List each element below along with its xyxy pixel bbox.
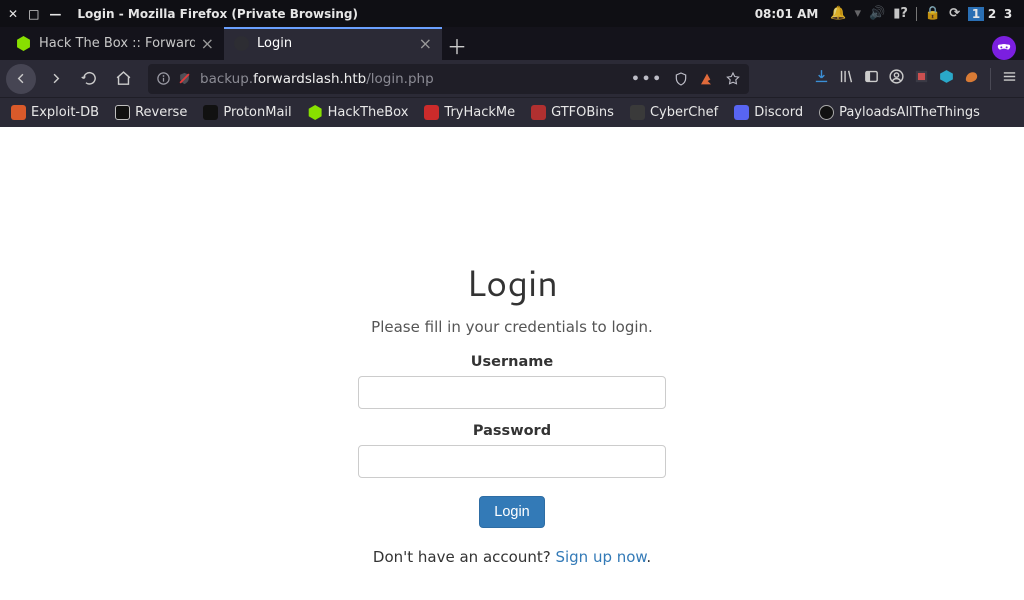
discord-icon [734, 105, 749, 120]
bookmark-icon [630, 105, 645, 120]
close-tab-icon[interactable]: × [419, 34, 432, 53]
maximize-button[interactable]: □ [28, 7, 39, 21]
tab-label: Login [257, 36, 413, 51]
os-titlebar: ✕ □ — Login - Mozilla Firefox (Private B… [0, 0, 1024, 27]
bookmark-reverse[interactable]: Reverse [112, 103, 190, 122]
bell-icon[interactable]: 🔔 [830, 6, 846, 21]
sidebar-button[interactable] [863, 68, 880, 89]
workspace-2[interactable]: 2 [984, 7, 1000, 21]
ext-icon-1[interactable] [913, 68, 930, 89]
account-button[interactable] [888, 68, 905, 89]
forward-button[interactable] [40, 64, 70, 94]
bookmark-protonmail[interactable]: ProtonMail [200, 103, 294, 122]
bookmark-exploitdb[interactable]: Exploit-DB [8, 103, 102, 122]
clock: 08:01 AM [755, 7, 819, 21]
close-button[interactable]: ✕ [8, 7, 18, 21]
volume-icon[interactable]: 🔊 [869, 6, 885, 21]
reader-shield-icon[interactable] [673, 71, 689, 87]
bookmark-star-icon[interactable] [725, 71, 741, 87]
minimize-button[interactable]: — [49, 7, 61, 21]
username-label: Username [292, 354, 732, 370]
navigation-toolbar: backup.forwardslash.htb/login.php ••• [0, 60, 1024, 97]
close-tab-icon[interactable]: × [201, 34, 214, 53]
back-button[interactable] [6, 64, 36, 94]
workspace-3[interactable]: 3 [1000, 7, 1016, 21]
site-identity[interactable] [156, 71, 192, 86]
signup-link[interactable]: Sign up now [555, 548, 646, 566]
toolbar-actions [813, 68, 1018, 90]
ext-icon-3[interactable] [963, 68, 980, 89]
bookmark-icon [115, 105, 130, 120]
new-tab-button[interactable]: ＋ [442, 30, 472, 60]
htb-cube-icon [308, 105, 323, 120]
workspace-1[interactable]: 1 [968, 7, 984, 21]
lock-icon [203, 105, 218, 120]
tab-label: Hack The Box :: Forward [39, 36, 195, 51]
address-bar[interactable]: backup.forwardslash.htb/login.php ••• [148, 64, 749, 94]
library-button[interactable] [838, 68, 855, 89]
password-input[interactable] [358, 445, 666, 478]
password-label: Password [292, 423, 732, 439]
page-content: Login Please fill in your credentials to… [0, 127, 1024, 600]
bookmarks-bar: Exploit-DB Reverse ProtonMail HackTheBox… [0, 97, 1024, 127]
downloads-button[interactable] [813, 68, 830, 89]
tab-login[interactable]: Login × [224, 27, 442, 60]
bookmark-discord[interactable]: Discord [731, 103, 806, 122]
bookmark-gtfobins[interactable]: GTFOBins [528, 103, 617, 122]
bookmark-icon [531, 105, 546, 120]
signup-prompt: Don't have an account? Sign up now. [292, 548, 732, 566]
login-button[interactable]: Login [479, 496, 544, 528]
login-form: Login Please fill in your credentials to… [292, 257, 732, 566]
window-title: Login - Mozilla Firefox (Private Browsin… [77, 7, 754, 21]
lock-icon[interactable]: 🔒 [925, 6, 941, 21]
private-browsing-icon [992, 36, 1016, 60]
page-subtitle: Please fill in your credentials to login… [292, 318, 732, 336]
system-tray: 08:01 AM 🔔 ▾ 🔊 ▮? 🔒 ⟳ 1 2 3 [755, 6, 1024, 21]
wifi-icon[interactable]: ▾ [854, 6, 861, 21]
insecure-icon [177, 71, 192, 86]
ext-icon-2[interactable] [938, 68, 955, 89]
url-text: backup.forwardslash.htb/login.php [200, 71, 631, 87]
bookmark-icon [424, 105, 439, 120]
battery-icon[interactable]: ▮? [893, 6, 908, 21]
workspaces[interactable]: 1 2 3 [968, 7, 1016, 21]
reload-button[interactable] [74, 64, 104, 94]
tab-strip: Hack The Box :: Forward × Login × ＋ [0, 27, 1024, 60]
bookmark-tryhackme[interactable]: TryHackMe [421, 103, 518, 122]
github-icon [819, 105, 834, 120]
htb-cube-icon [16, 36, 31, 51]
page-favicon [234, 36, 249, 51]
bookmark-hackthebox[interactable]: HackTheBox [305, 103, 412, 122]
page-title: Login [292, 257, 732, 308]
foxyproxy-icon[interactable] [699, 71, 715, 87]
bookmark-icon [11, 105, 26, 120]
home-button[interactable] [108, 64, 138, 94]
bookmark-payloads[interactable]: PayloadsAllTheThings [816, 103, 983, 122]
app-menu-button[interactable] [1001, 68, 1018, 89]
tab-hackthebox[interactable]: Hack The Box :: Forward × [6, 27, 224, 60]
window-controls: ✕ □ — [0, 7, 69, 21]
page-actions-icon[interactable]: ••• [631, 71, 663, 87]
power-icon[interactable]: ⟳ [949, 6, 960, 21]
bookmark-cyberchef[interactable]: CyberChef [627, 103, 721, 122]
username-input[interactable] [358, 376, 666, 409]
